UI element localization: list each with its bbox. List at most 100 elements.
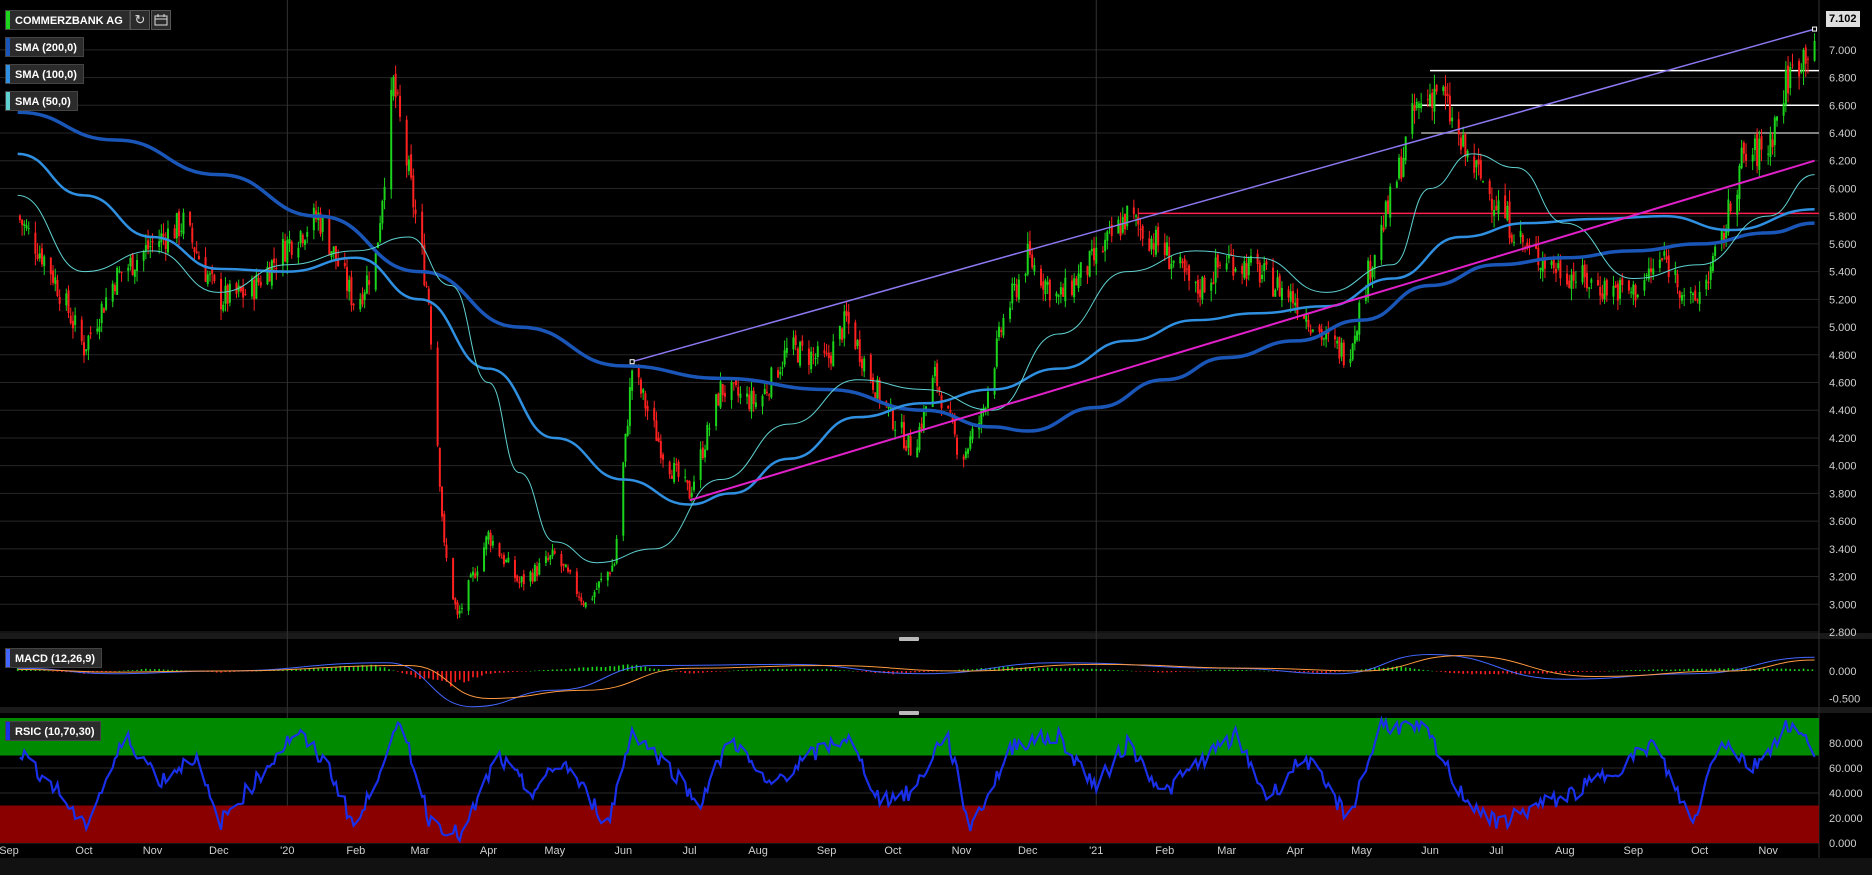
candle-body: [228, 283, 231, 303]
candle-body: [87, 335, 90, 350]
candle-body: [1729, 203, 1732, 212]
macd-histogram-bar: [1272, 671, 1274, 672]
macd-histogram-bar: [383, 667, 386, 671]
macd-histogram-bar: [905, 671, 907, 674]
candle-body: [489, 532, 492, 546]
candle-body: [1519, 231, 1522, 238]
sma200-color-mark: [6, 38, 10, 56]
macd-histogram-bar: [1232, 669, 1235, 671]
macd-histogram-bar: [591, 666, 594, 671]
macd-histogram-bar: [1625, 670, 1628, 671]
candle-body: [967, 448, 970, 454]
macd-histogram-bar: [330, 667, 333, 671]
candle-body: [1714, 246, 1717, 256]
candle-body: [429, 306, 432, 345]
candle-body: [723, 392, 726, 397]
candle-body: [1459, 137, 1462, 150]
macd-histogram-bar: [1002, 666, 1005, 671]
macd-histogram-bar: [914, 671, 916, 673]
macd-badge[interactable]: MACD (12,26,9): [5, 648, 103, 668]
candle-body: [1457, 119, 1460, 135]
macd-histogram-bar: [1219, 669, 1221, 671]
candle-body: [144, 245, 147, 252]
macd-histogram-bar: [684, 671, 686, 673]
macd-histogram-bar: [1524, 671, 1526, 674]
candle-body: [211, 269, 214, 274]
candle-body: [624, 433, 627, 462]
candle-body: [1077, 273, 1080, 288]
macd-histogram-bar: [1475, 671, 1478, 674]
macd-histogram-bar: [1581, 671, 1584, 672]
candle-body: [443, 513, 446, 543]
candle-body: [224, 285, 227, 304]
candle-body: [536, 566, 539, 577]
macd-histogram-bar: [38, 670, 41, 671]
candle-body: [1661, 258, 1664, 261]
candle-body: [746, 393, 749, 397]
candle-body: [116, 267, 119, 295]
candle-body: [1446, 94, 1449, 96]
macd-histogram-bar: [1639, 669, 1641, 671]
candle-body: [1382, 227, 1385, 231]
macd-resize-handle[interactable]: [899, 637, 919, 641]
macd-histogram-bar: [317, 668, 320, 671]
candle-body: [964, 451, 967, 458]
calendar-button[interactable]: [151, 10, 171, 30]
candle-body: [1042, 281, 1045, 290]
candle-body: [1201, 276, 1204, 300]
rsic-badge[interactable]: RSIC (10,70,30): [5, 721, 102, 741]
candle-body: [1373, 255, 1376, 269]
chart-canvas[interactable]: 7.000 6.800 6.600 6.400 6.200 6.000 5.800 5.600…: [0, 0, 1872, 875]
macd-histogram-bar: [644, 666, 647, 671]
candle-body: [34, 232, 37, 254]
candle-body: [1338, 337, 1341, 359]
candle-body: [628, 387, 631, 426]
candle-body: [670, 475, 673, 479]
price-tick-label: 5.800: [1829, 211, 1857, 223]
candle-body: [1753, 138, 1756, 151]
symbol-badge[interactable]: COMMERZBANK AG: [5, 10, 130, 30]
sma50-badge[interactable]: SMA (50,0): [5, 91, 78, 111]
candle-body: [1784, 70, 1787, 106]
candle-body: [1123, 213, 1126, 230]
macd-histogram-bar: [1055, 668, 1058, 671]
price-tick-label: 6.200: [1829, 156, 1857, 168]
candle-body: [1605, 279, 1608, 296]
macd-histogram-bar: [918, 671, 921, 673]
macd-histogram-bar: [1099, 668, 1102, 671]
price-tick-label: 3.800: [1829, 488, 1857, 500]
candle-body: [597, 581, 600, 588]
macd-histogram-bar: [1179, 671, 1182, 672]
candle-body: [363, 292, 366, 301]
candle-body: [1464, 134, 1467, 157]
macd-histogram-bar: [1108, 669, 1111, 671]
price-tick-label: 4.800: [1829, 350, 1857, 362]
macd-histogram-bar: [127, 670, 129, 671]
candle-body: [1583, 264, 1586, 278]
macd-histogram-bar: [1599, 671, 1601, 672]
macd-histogram-bar: [162, 669, 165, 671]
candle-body: [244, 293, 247, 295]
macd-histogram-bar: [710, 671, 713, 673]
candle-body: [36, 254, 39, 259]
sma100-badge[interactable]: SMA (100,0): [5, 64, 84, 84]
rsi-resize-handle[interactable]: [899, 711, 919, 715]
macd-histogram-bar: [1670, 669, 1672, 671]
macd-histogram-bar: [1316, 671, 1319, 673]
sma100-color-mark: [6, 65, 10, 83]
candle-body: [920, 423, 923, 429]
candle-body: [158, 241, 161, 247]
candle-body: [162, 233, 165, 237]
candle-body: [85, 349, 88, 352]
refresh-button[interactable]: ↻: [130, 10, 150, 30]
macd-histogram-bar: [507, 671, 510, 673]
sma200-badge[interactable]: SMA (200,0): [5, 37, 84, 57]
candle-body: [343, 263, 346, 267]
candle-body: [113, 285, 116, 292]
candle-body: [1059, 287, 1062, 295]
candle-body: [1585, 272, 1588, 289]
macd-histogram-bar: [595, 666, 598, 671]
candle-body: [606, 571, 609, 581]
macd-histogram-bar: [1776, 668, 1778, 671]
candle-body: [1526, 242, 1529, 247]
